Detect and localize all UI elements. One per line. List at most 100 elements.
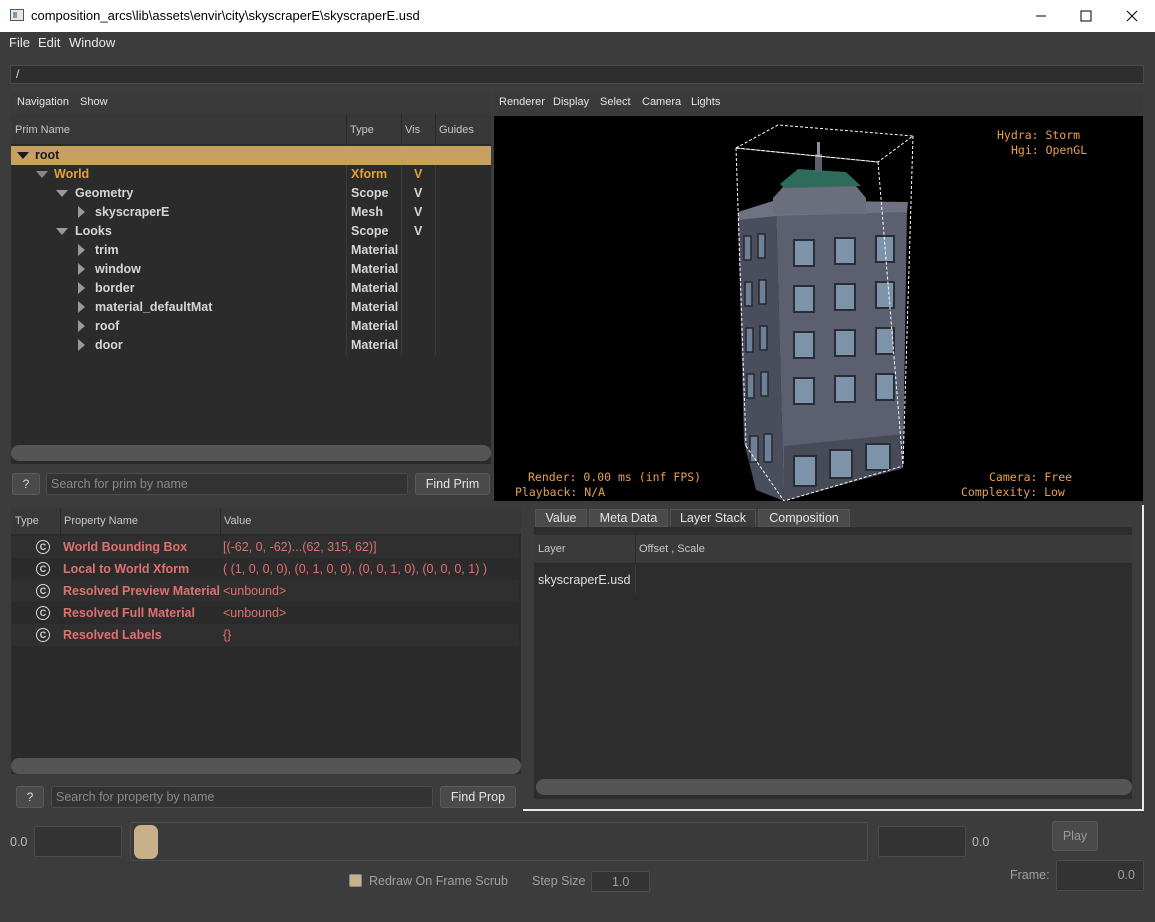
redraw-label: Redraw On Frame Scrub — [369, 874, 508, 888]
tree-row-world[interactable]: World Xform V — [11, 165, 491, 184]
find-prim-button[interactable]: Find Prim — [415, 473, 490, 495]
col-prim-name[interactable]: Prim Name — [15, 124, 70, 136]
col-prop-name[interactable]: Property Name — [64, 515, 138, 527]
property-hscrollbar[interactable] — [11, 758, 521, 774]
tree-row-door[interactable]: door Material — [11, 336, 491, 355]
title-bar: composition_arcs\lib\assets\envir\city\s… — [0, 0, 1155, 32]
tree-row-roof[interactable]: roof Material — [11, 317, 491, 336]
layer-row-skyscrapere[interactable]: skyscraperE.usd — [538, 573, 630, 587]
col-offset-scale[interactable]: Offset , Scale — [639, 543, 705, 555]
prim-tree-hscrollbar[interactable] — [11, 445, 491, 461]
menu-bar: File Edit Window — [0, 32, 1155, 53]
tree-row-trim[interactable]: trim Material — [11, 241, 491, 260]
frame-slider[interactable] — [130, 822, 868, 861]
menu-display[interactable]: Display — [553, 96, 589, 108]
col-vis[interactable]: Vis — [405, 124, 420, 136]
property-search-input[interactable]: Search for property by name — [51, 786, 433, 808]
expand-arrow-icon[interactable] — [36, 171, 48, 178]
play-button[interactable]: Play — [1052, 821, 1098, 851]
tree-row-root[interactable]: root — [11, 146, 491, 165]
collapsed-arrow-icon[interactable] — [78, 263, 85, 275]
prim-tree-header: Prim Name Type Vis Guides — [11, 114, 491, 145]
tree-row-material-defaultmat[interactable]: material_defaultMat Material — [11, 298, 491, 317]
collapsed-arrow-icon[interactable] — [78, 244, 85, 256]
minimize-button[interactable] — [1018, 0, 1064, 32]
skyscraper-render — [734, 124, 915, 502]
property-header: Type Property Name Value — [11, 508, 521, 535]
prop-help-button[interactable]: ? — [16, 786, 44, 808]
prim-help-button[interactable]: ? — [12, 473, 40, 495]
menu-select[interactable]: Select — [600, 96, 631, 108]
prim-panel-header: Navigation Show — [11, 92, 491, 114]
expand-arrow-icon[interactable] — [56, 190, 68, 197]
hud-hgi: Hgi: OpenGL — [1011, 143, 1088, 157]
step-size-label: Step Size — [532, 874, 586, 888]
tree-row-border[interactable]: border Material — [11, 279, 491, 298]
property-row[interactable]: C World Bounding Box [(-62, 0, -62)...(6… — [11, 536, 519, 558]
tab-layer-stack[interactable]: Layer Stack — [670, 509, 756, 527]
collapsed-arrow-icon[interactable] — [78, 320, 85, 332]
property-row[interactable]: C Local to World Xform ( (1, 0, 0, 0), (… — [11, 558, 519, 580]
col-layer[interactable]: Layer — [538, 543, 566, 555]
frame-field[interactable]: 0.0 — [1056, 860, 1144, 891]
viewport-menu-bar: Renderer Display Select Camera Lights — [494, 92, 1143, 114]
prim-search-input[interactable]: Search for prim by name — [46, 473, 408, 495]
layer-table-header: Layer Offset , Scale — [534, 535, 1132, 564]
col-guides[interactable]: Guides — [439, 124, 474, 136]
path-field[interactable]: / — [10, 65, 1144, 84]
prim-tree: Prim Name Type Vis Guides root World Xfo… — [11, 114, 491, 464]
layer-hscrollbar[interactable] — [536, 779, 1132, 795]
expand-arrow-icon[interactable] — [56, 228, 68, 235]
collapsed-arrow-icon[interactable] — [78, 339, 85, 351]
app-icon — [10, 9, 24, 21]
menu-window[interactable]: Window — [69, 35, 115, 50]
step-size-field[interactable]: 1.0 — [591, 871, 650, 892]
layer-stack-table: Layer Offset , Scale skyscraperE.usd — [534, 527, 1132, 799]
start-frame-field[interactable] — [34, 826, 122, 857]
property-row[interactable]: C Resolved Full Material <unbound> — [11, 602, 519, 624]
close-button[interactable] — [1109, 0, 1155, 32]
maximize-icon — [1080, 10, 1092, 22]
computed-icon: C — [36, 606, 50, 620]
collapsed-arrow-icon[interactable] — [78, 282, 85, 294]
tab-value[interactable]: Value — [535, 509, 587, 527]
menu-lights[interactable]: Lights — [691, 96, 720, 108]
maximize-button[interactable] — [1063, 0, 1109, 32]
tab-meta-data[interactable]: Meta Data — [589, 509, 668, 527]
menu-edit[interactable]: Edit — [38, 35, 60, 50]
tab-composition[interactable]: Composition — [758, 509, 850, 527]
col-prop-value[interactable]: Value — [224, 515, 251, 527]
start-frame-label: 0.0 — [10, 835, 28, 849]
menu-file[interactable]: File — [9, 35, 30, 50]
col-type[interactable]: Type — [350, 124, 374, 136]
find-prop-button[interactable]: Find Prop — [440, 786, 516, 808]
navigation-menu[interactable]: Navigation — [17, 96, 69, 108]
menu-renderer[interactable]: Renderer — [499, 96, 545, 108]
end-frame-label: 0.0 — [972, 835, 990, 849]
collapsed-arrow-icon[interactable] — [78, 301, 85, 313]
hud-playback: Playback: N/A — [515, 485, 606, 499]
slider-handle[interactable] — [134, 825, 158, 859]
viewport[interactable]: Hydra: Storm Hgi: OpenGL Render: 0.00 ms… — [494, 116, 1143, 502]
hud-render-time: Render: 0.00 ms (inf FPS) — [528, 470, 702, 484]
hud-renderer: Hydra: Storm — [997, 128, 1081, 142]
tree-row-window[interactable]: window Material — [11, 260, 491, 279]
end-frame-field[interactable] — [878, 826, 966, 857]
tree-row-looks[interactable]: Looks Scope V — [11, 222, 491, 241]
expand-arrow-icon[interactable] — [17, 152, 29, 159]
redraw-checkbox[interactable] — [349, 874, 362, 887]
window-title: composition_arcs\lib\assets\envir\city\s… — [31, 8, 420, 23]
col-prop-type[interactable]: Type — [15, 515, 39, 527]
collapsed-arrow-icon[interactable] — [78, 206, 85, 218]
menu-camera[interactable]: Camera — [642, 96, 681, 108]
tree-row-geometry[interactable]: Geometry Scope V — [11, 184, 491, 203]
hud-complexity: Complexity: Low — [961, 485, 1065, 499]
hud-camera: Camera: Free — [989, 470, 1073, 484]
computed-icon: C — [36, 540, 50, 554]
tree-row-skyscrapere[interactable]: skyscraperE Mesh V — [11, 203, 491, 222]
property-row[interactable]: C Resolved Preview Material <unbound> — [11, 580, 519, 602]
property-row[interactable]: C Resolved Labels {} — [11, 624, 519, 646]
computed-icon: C — [36, 562, 50, 576]
close-icon — [1126, 10, 1138, 22]
show-menu[interactable]: Show — [80, 96, 108, 108]
